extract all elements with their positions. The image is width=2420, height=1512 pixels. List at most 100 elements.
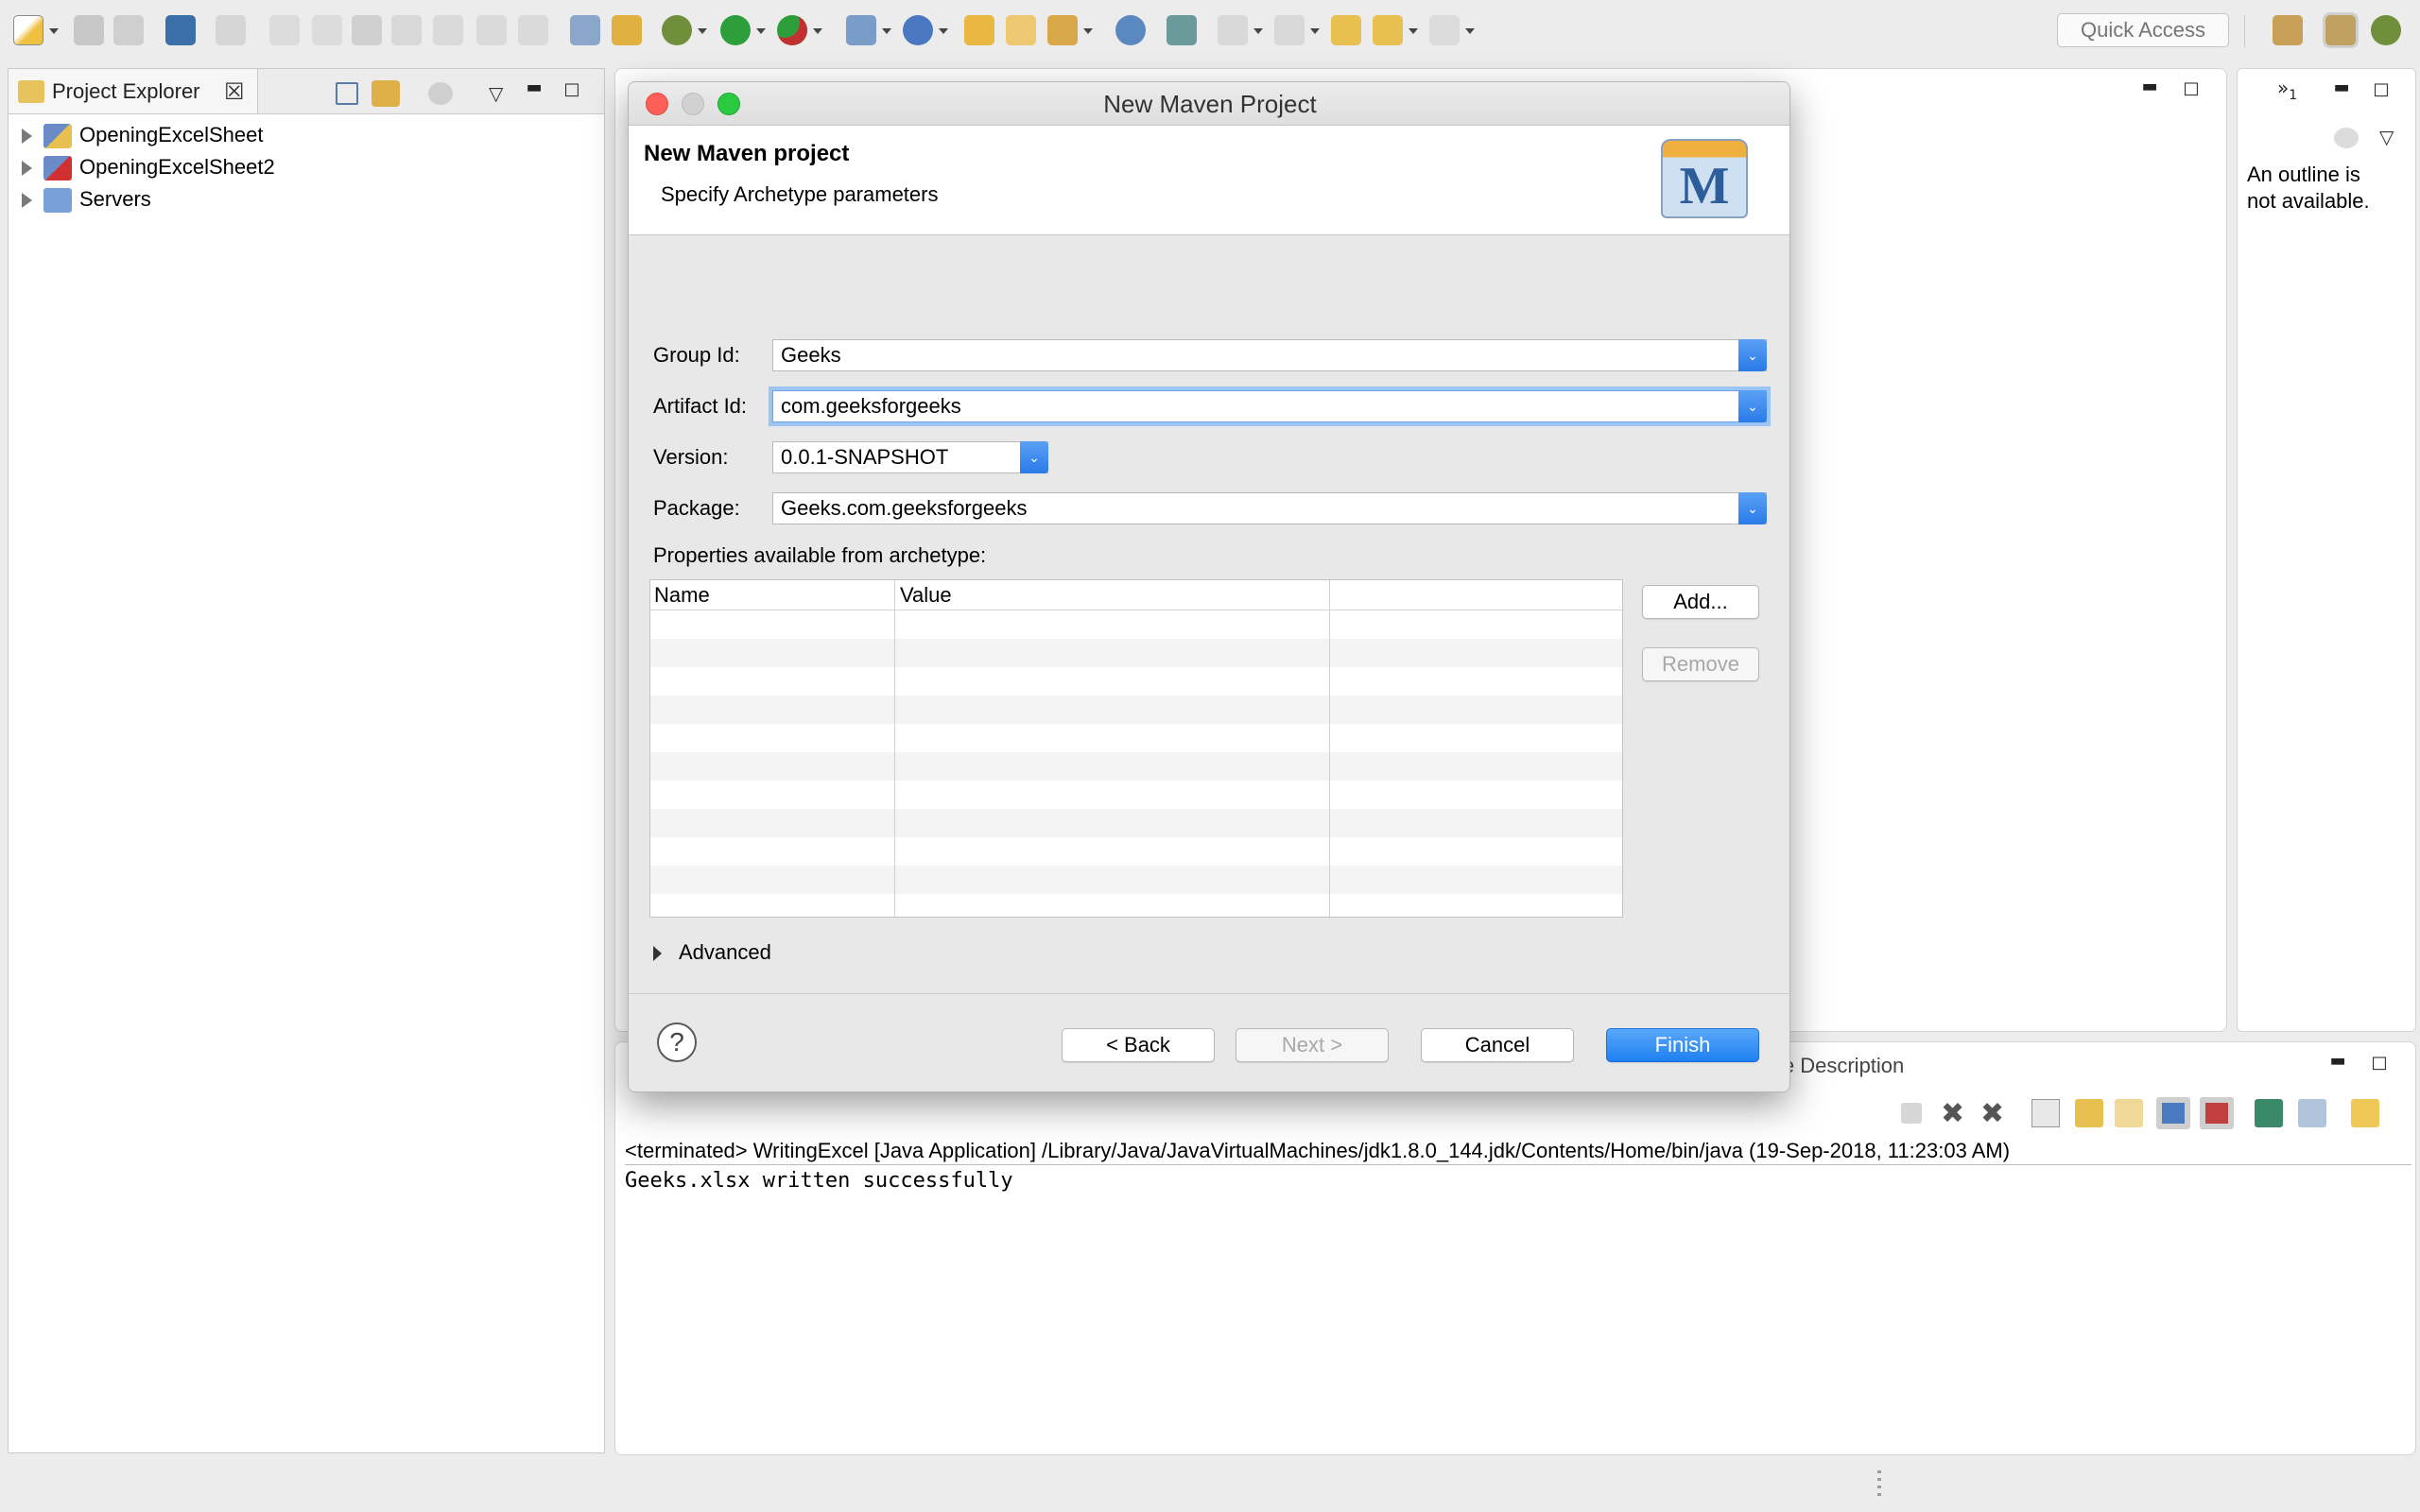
disconnect-icon[interactable] bbox=[391, 15, 422, 45]
artifact-id-combo[interactable]: com.geeksforgeeks ⌄ bbox=[772, 390, 1767, 422]
filter-icon[interactable] bbox=[428, 82, 453, 105]
external-tools-icon[interactable] bbox=[777, 15, 807, 45]
next-button[interactable]: Next > bbox=[1236, 1028, 1389, 1062]
expand-arrow-icon[interactable] bbox=[22, 161, 32, 177]
chevron-down-icon[interactable]: ⌄ bbox=[1738, 390, 1767, 422]
new-wizard-icon[interactable] bbox=[13, 15, 43, 45]
next-annotation-icon[interactable] bbox=[1218, 15, 1248, 45]
save-icon[interactable] bbox=[74, 15, 104, 45]
expand-arrow-icon[interactable] bbox=[22, 129, 32, 145]
clear-console-icon[interactable] bbox=[2031, 1099, 2060, 1127]
disclosure-triangle-icon[interactable] bbox=[653, 946, 662, 962]
help-icon[interactable]: ? bbox=[657, 1022, 697, 1062]
table-stripes bbox=[650, 610, 1622, 917]
cancel-button[interactable]: Cancel bbox=[1421, 1028, 1574, 1062]
package-combo[interactable]: Geeks.com.geeksforgeeks ⌄ bbox=[772, 492, 1767, 524]
step-into-icon[interactable] bbox=[433, 15, 463, 45]
run-icon[interactable] bbox=[720, 15, 751, 45]
show-on-output-icon[interactable] bbox=[2156, 1097, 2190, 1129]
column-header-value[interactable]: Value bbox=[900, 580, 952, 610]
back-arrow-icon[interactable] bbox=[1373, 15, 1403, 45]
table-header: Name Value bbox=[650, 580, 1622, 610]
pin-console-icon[interactable] bbox=[2255, 1099, 2283, 1127]
suspend-icon[interactable] bbox=[312, 15, 342, 45]
forward-arrow-icon[interactable] bbox=[1429, 15, 1460, 45]
outline-minimize-icon[interactable]: ▬ bbox=[2332, 79, 2351, 96]
search-icon[interactable] bbox=[1047, 15, 1078, 45]
show-on-error-icon[interactable] bbox=[2200, 1097, 2234, 1129]
project-explorer-panel: Project Explorer ☒ ▽ ▬ □ OpeningExcelShe… bbox=[8, 68, 605, 1453]
java-ee-perspective-icon[interactable] bbox=[2325, 15, 2356, 45]
outline-view-menu-icon[interactable]: ▽ bbox=[2379, 126, 2394, 148]
toolbar-separator bbox=[2244, 15, 2245, 47]
bottom-panel: le Description ▬ □ ✖ ✖ <terminated> Writ… bbox=[614, 1041, 2416, 1455]
toggle-mark-icon[interactable] bbox=[570, 15, 600, 45]
group-id-combo[interactable]: Geeks ⌄ bbox=[772, 339, 1767, 371]
editor-maximize-icon[interactable]: □ bbox=[2182, 80, 2201, 97]
terminate-console-icon[interactable] bbox=[1901, 1103, 1922, 1124]
step-over-icon[interactable] bbox=[476, 15, 507, 45]
new-java-project-icon[interactable] bbox=[846, 15, 876, 45]
back-button[interactable]: < Back bbox=[1062, 1028, 1215, 1062]
open-type-icon[interactable] bbox=[964, 15, 994, 45]
terminal-icon[interactable] bbox=[165, 15, 196, 45]
editor-minimize-icon[interactable]: ▬ bbox=[2140, 78, 2159, 95]
last-edit-icon[interactable] bbox=[1331, 15, 1361, 45]
panel-maximize-icon[interactable]: □ bbox=[2370, 1055, 2389, 1072]
version-combo[interactable]: 0.0.1-SNAPSHOT ⌄ bbox=[772, 441, 1048, 473]
open-resource-icon[interactable] bbox=[1006, 15, 1036, 45]
remove-all-icon[interactable]: ✖ bbox=[1980, 1097, 2004, 1130]
scroll-lock-icon[interactable] bbox=[2075, 1099, 2103, 1127]
add-button[interactable]: Add... bbox=[1642, 585, 1759, 619]
chevron-down-icon[interactable]: ⌄ bbox=[1020, 441, 1048, 473]
project-explorer-tab[interactable]: Project Explorer ☒ bbox=[9, 69, 258, 114]
chevron-down-icon[interactable]: ⌄ bbox=[1738, 339, 1767, 371]
maximize-icon[interactable]: □ bbox=[562, 81, 581, 98]
tree-item-openingexcelsheet[interactable]: OpeningExcelSheet bbox=[22, 120, 263, 150]
open-perspective-icon[interactable] bbox=[2273, 15, 2303, 45]
step-return-icon[interactable] bbox=[518, 15, 548, 45]
collapse-all-icon[interactable] bbox=[336, 82, 358, 105]
word-wrap-icon[interactable] bbox=[2115, 1099, 2143, 1127]
outline-panel: »1 ▬ □ ▽ An outline is not available. bbox=[2237, 68, 2416, 1032]
properties-table[interactable]: Name Value bbox=[649, 579, 1623, 918]
link-with-editor-icon[interactable] bbox=[372, 80, 400, 107]
open-console-icon[interactable] bbox=[2351, 1099, 2379, 1127]
save-all-icon[interactable] bbox=[113, 15, 144, 45]
remove-launch-icon[interactable]: ✖ bbox=[1941, 1097, 1964, 1130]
previous-annotation-icon[interactable] bbox=[1274, 15, 1305, 45]
new-maven-project-dialog: New Maven Project New Maven project Spec… bbox=[628, 81, 1790, 1092]
outline-filter-icon[interactable] bbox=[2334, 128, 2359, 148]
debug-perspective-icon[interactable] bbox=[2371, 15, 2401, 45]
dialog-footer: ? < Back Next > Cancel Finish bbox=[629, 993, 1789, 1091]
skip-breakpoints-icon[interactable] bbox=[216, 15, 246, 45]
column-header-name[interactable]: Name bbox=[654, 580, 710, 610]
minimize-icon[interactable]: ▬ bbox=[525, 79, 544, 96]
outline-maximize-icon[interactable]: □ bbox=[2372, 81, 2391, 98]
terminate-icon[interactable] bbox=[352, 15, 382, 45]
panel-tab-partial[interactable]: le Description bbox=[1778, 1054, 1904, 1078]
folder-icon bbox=[18, 80, 44, 103]
resume-icon[interactable] bbox=[269, 15, 300, 45]
tree-item-openingexcelsheet2[interactable]: OpeningExcelSheet2 bbox=[22, 152, 275, 182]
finish-button[interactable]: Finish bbox=[1606, 1028, 1759, 1062]
project-explorer-title: Project Explorer bbox=[52, 79, 200, 103]
new-class-icon[interactable] bbox=[903, 15, 933, 45]
chevron-overflow-icon[interactable]: »1 bbox=[2277, 77, 2297, 103]
package-label: Package: bbox=[653, 496, 740, 520]
close-icon[interactable]: ☒ bbox=[224, 69, 245, 114]
chevron-down-icon[interactable]: ⌄ bbox=[1738, 492, 1767, 524]
globe-icon[interactable] bbox=[1115, 15, 1146, 45]
server-icon[interactable] bbox=[1167, 15, 1197, 45]
advanced-toggle[interactable]: Advanced bbox=[653, 936, 771, 969]
remove-button[interactable]: Remove bbox=[1642, 647, 1759, 681]
quick-access-input[interactable] bbox=[2057, 13, 2229, 47]
advanced-label: Advanced bbox=[679, 940, 771, 964]
open-task-icon[interactable] bbox=[612, 15, 642, 45]
panel-minimize-icon[interactable]: ▬ bbox=[2328, 1053, 2347, 1070]
debug-icon[interactable] bbox=[662, 15, 692, 45]
display-console-icon[interactable] bbox=[2298, 1099, 2326, 1127]
expand-arrow-icon[interactable] bbox=[22, 193, 32, 209]
view-menu-icon[interactable]: ▽ bbox=[489, 82, 503, 105]
tree-item-servers[interactable]: Servers bbox=[22, 184, 151, 215]
